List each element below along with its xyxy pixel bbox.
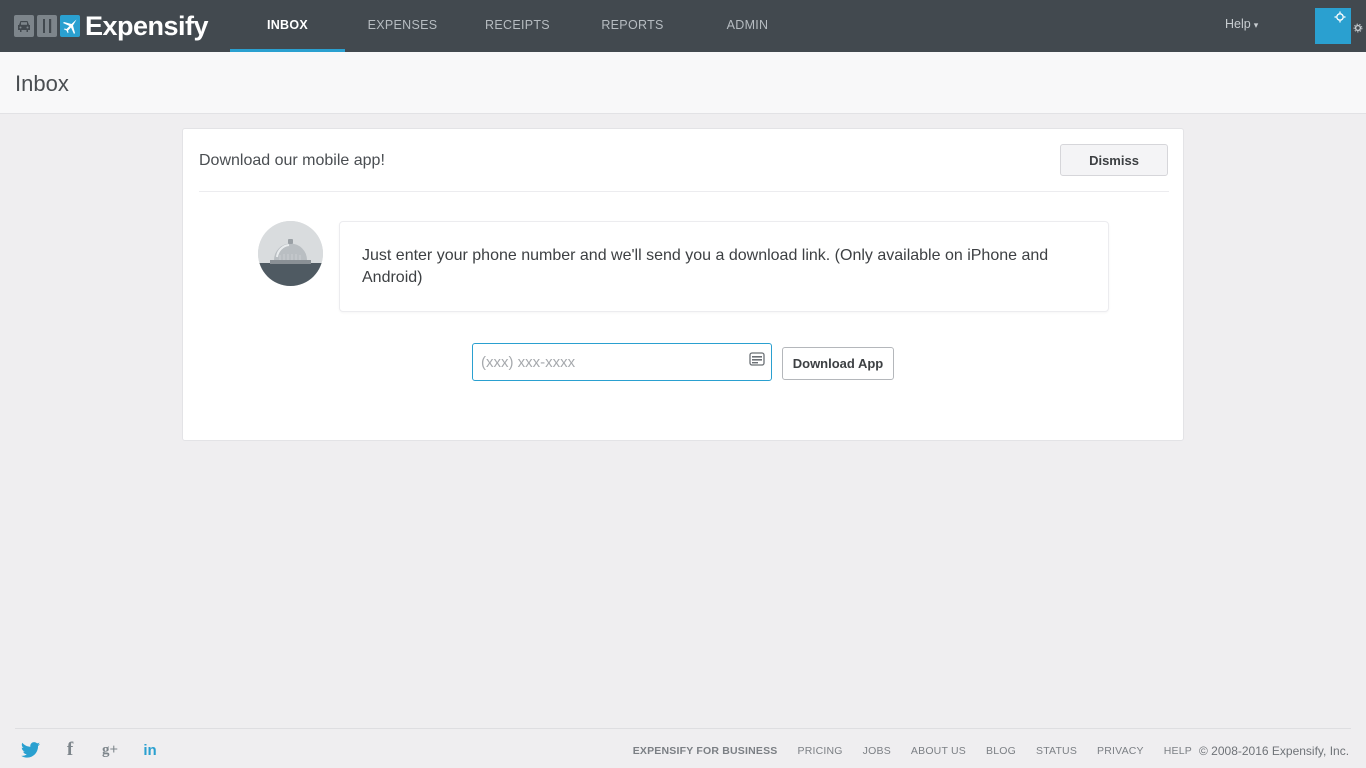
card-title: Download our mobile app! xyxy=(199,152,385,169)
help-label: Help xyxy=(1225,17,1251,31)
footer-link-expensify-for-business[interactable]: EXPENSIFY FOR BUSINESS xyxy=(633,745,778,757)
download-app-button[interactable]: Download App xyxy=(782,347,894,380)
help-menu[interactable]: Help ▾ xyxy=(1225,17,1258,31)
expensify-logo[interactable]: Expensify xyxy=(14,11,209,41)
car-icon xyxy=(14,15,34,37)
download-app-card: Download our mobile app! Dismiss Just en… xyxy=(182,128,1184,441)
footer-link-blog[interactable]: BLOG xyxy=(986,745,1016,757)
twitter-icon[interactable] xyxy=(20,740,40,760)
footer-links: EXPENSIFY FOR BUSINESS PRICING JOBS ABOU… xyxy=(613,745,1192,757)
account-avatar-button[interactable] xyxy=(1315,8,1363,44)
footer-link-status[interactable]: STATUS xyxy=(1036,745,1077,757)
footer-link-jobs[interactable]: JOBS xyxy=(863,745,891,757)
social-links: f g+ in xyxy=(20,739,180,760)
nav-tab-inbox[interactable]: INBOX xyxy=(230,0,345,52)
footer-link-pricing[interactable]: PRICING xyxy=(798,745,843,757)
phone-number-input[interactable] xyxy=(472,343,772,381)
page-header: Inbox xyxy=(0,52,1366,114)
linkedin-icon[interactable]: in xyxy=(140,740,160,760)
facebook-icon[interactable]: f xyxy=(60,739,80,760)
nav-tab-expenses[interactable]: EXPENSES xyxy=(345,0,460,52)
avatar-gear-icon xyxy=(1334,11,1346,23)
top-navigation-bar: Expensify INBOX EXPENSES RECEIPTS REPORT… xyxy=(0,0,1366,52)
message-bubble: Just enter your phone number and we'll s… xyxy=(339,221,1109,312)
logo-wordmark: Expensify xyxy=(85,11,209,41)
google-plus-icon[interactable]: g+ xyxy=(100,740,120,760)
settings-gear-icon xyxy=(1353,20,1363,38)
nav-tab-reports[interactable]: REPORTS xyxy=(575,0,690,52)
service-bell-icon xyxy=(258,221,323,286)
footer-link-about-us[interactable]: ABOUT US xyxy=(911,745,966,757)
footer-link-privacy[interactable]: PRIVACY xyxy=(1097,745,1144,757)
fork-knife-icon xyxy=(37,15,57,37)
footer-divider xyxy=(15,728,1351,729)
footer-link-help[interactable]: HELP xyxy=(1164,745,1192,757)
chevron-down-icon: ▾ xyxy=(1253,20,1259,30)
autofill-contact-icon[interactable] xyxy=(749,352,765,371)
card-divider xyxy=(199,191,1169,192)
nav-tab-admin[interactable]: ADMIN xyxy=(690,0,805,52)
airplane-icon xyxy=(60,15,80,37)
message-text: Just enter your phone number and we'll s… xyxy=(362,247,1049,286)
dismiss-button[interactable]: Dismiss xyxy=(1060,144,1168,176)
main-nav: INBOX EXPENSES RECEIPTS REPORTS ADMIN xyxy=(230,0,805,52)
concierge-bell-avatar xyxy=(258,221,323,286)
page-title: Inbox xyxy=(15,71,69,96)
nav-tab-receipts[interactable]: RECEIPTS xyxy=(460,0,575,52)
copyright-text: © 2008-2016 Expensify, Inc. xyxy=(1199,744,1350,758)
